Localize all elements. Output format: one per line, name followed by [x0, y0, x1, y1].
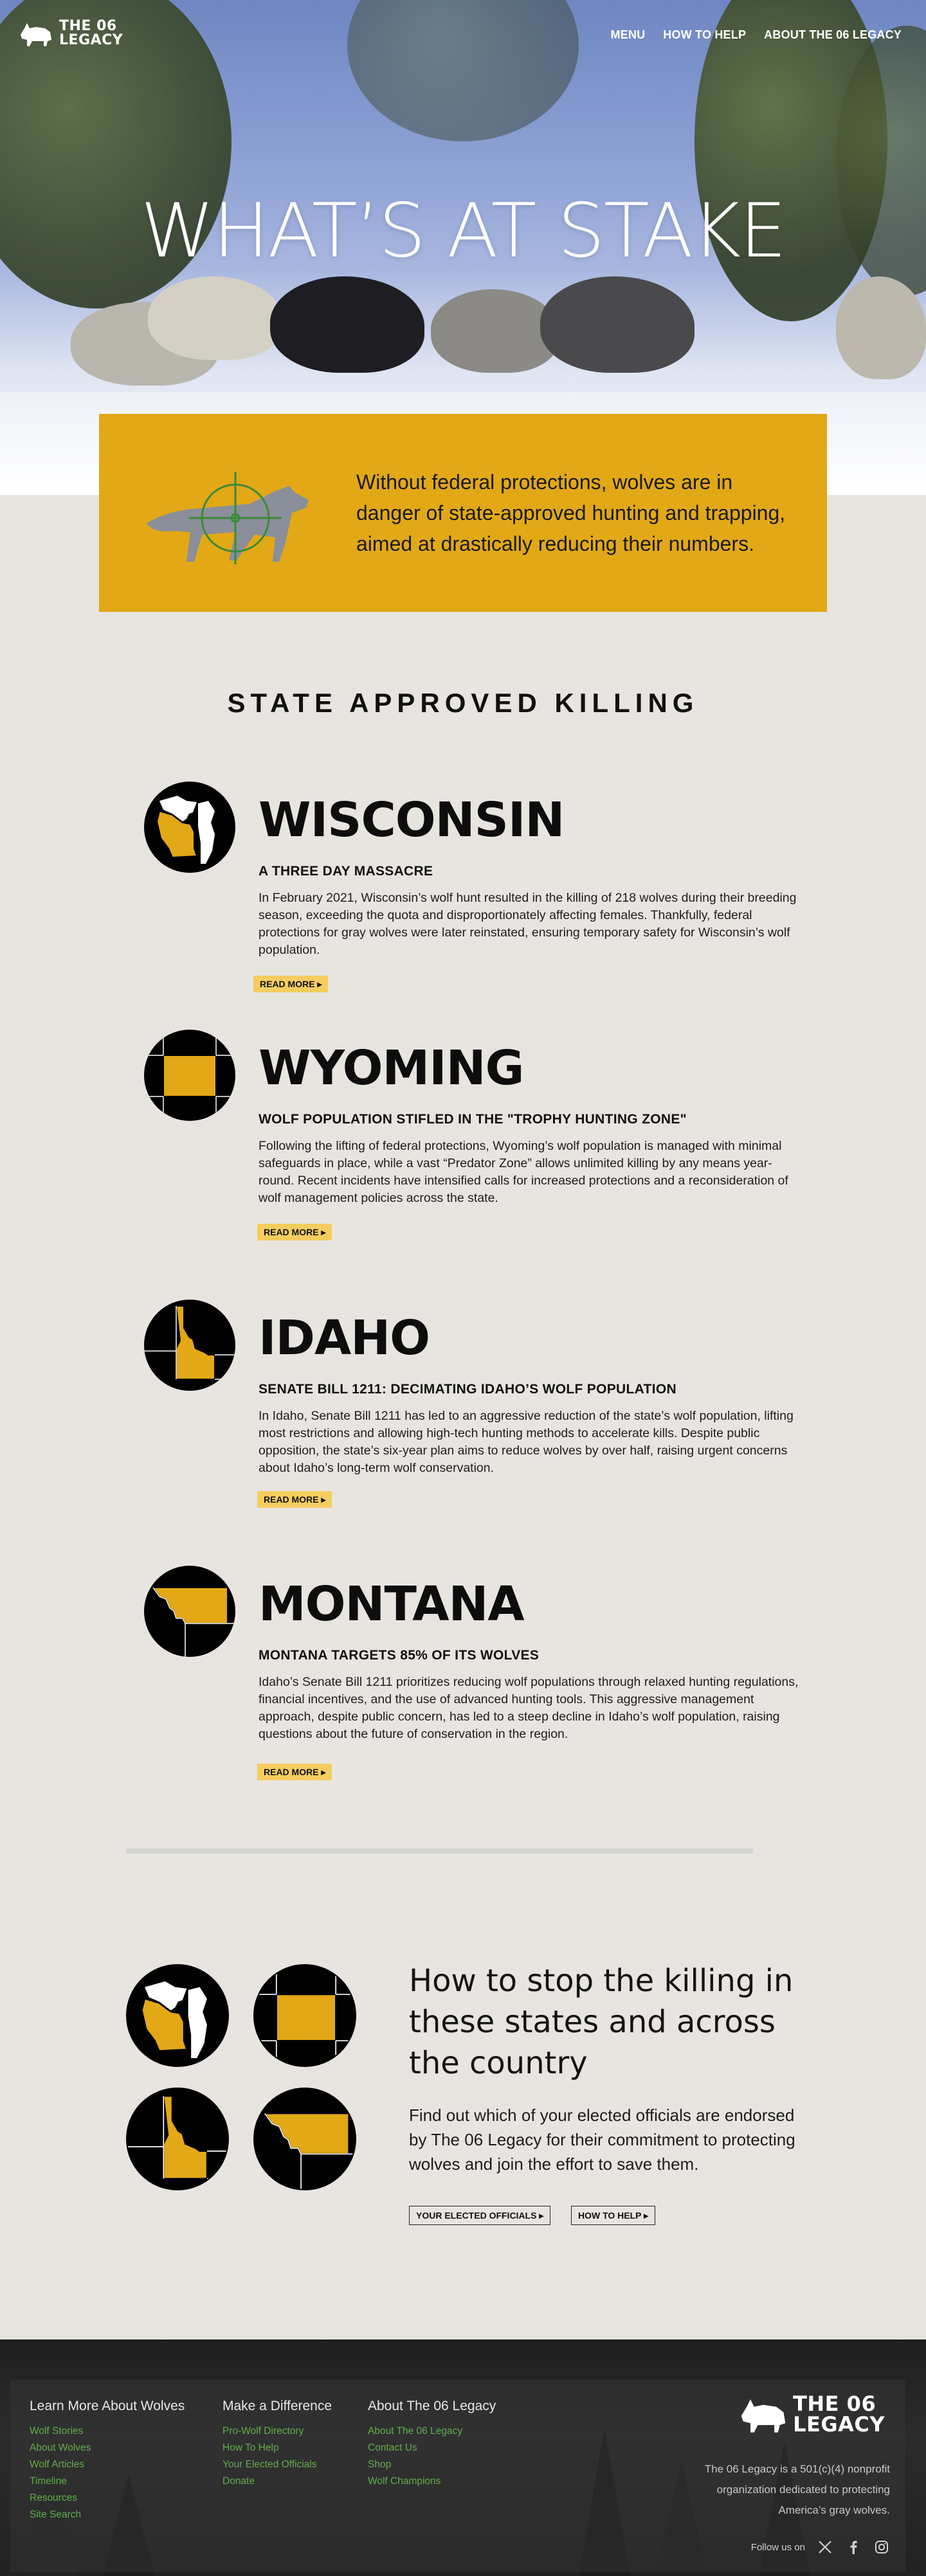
footer-col-about: About The 06 Legacy About The 06 Legacy …: [368, 2399, 496, 2490]
footer-link[interactable]: Shop: [368, 2456, 496, 2473]
state-body: In Idaho, Senate Bill 1211 has led to an…: [259, 1409, 794, 1475]
site-logo[interactable]: THE 06 LEGACY: [18, 19, 123, 48]
wisconsin-map-icon: [126, 1964, 229, 2067]
state-card-wyoming: WYOMING WOLF POPULATION STIFLED IN THE "…: [141, 1030, 797, 1248]
logo-text: THE 06 LEGACY: [793, 2393, 885, 2435]
idaho-map-icon: [144, 1300, 235, 1391]
callout-text: Without federal protections, wolves are …: [356, 470, 786, 555]
footer-link[interactable]: Donate: [222, 2473, 332, 2490]
footer-link[interactable]: About The 06 Legacy: [368, 2423, 496, 2440]
site-footer: Learn More About Wolves Wolf Stories Abo…: [0, 2339, 926, 2576]
follow-label: Follow us on: [750, 2541, 805, 2553]
wolf-figure: [148, 276, 283, 360]
cta-body: Find out which of your elected officials…: [409, 2106, 795, 2174]
footer-col-title: Make a Difference: [222, 2399, 332, 2413]
logo-line-2: LEGACY: [59, 32, 123, 48]
state-name: IDAHO: [259, 1310, 430, 1366]
read-more-button[interactable]: READ MORE ▸: [257, 1491, 332, 1508]
page-title: WHAT’S AT STAKE: [140, 188, 787, 274]
state-subtitle: WOLF POPULATION STIFLED IN THE "TROPHY H…: [259, 1112, 687, 1127]
cta-title: How to stop the killing in these states …: [409, 1963, 794, 2081]
state-body: In February 2021, Wisconsin’s wolf hunt …: [259, 891, 797, 957]
nav-links: MENU HOW TO HELP ABOUT THE 06 LEGACY: [610, 28, 902, 42]
footer-link[interactable]: How To Help: [222, 2440, 332, 2456]
footer-col-learn: Learn More About Wolves Wolf Stories Abo…: [30, 2399, 185, 2523]
social-links: Follow us on: [751, 2539, 890, 2555]
logo-line-2: LEGACY: [793, 2412, 885, 2437]
footer-link[interactable]: Timeline: [30, 2473, 185, 2490]
read-more-button[interactable]: READ MORE ▸: [253, 976, 329, 992]
footer-link[interactable]: Wolf Articles: [30, 2456, 185, 2473]
state-card-wisconsin: WISCONSIN A THREE DAY MASSACRE In Februa…: [141, 782, 797, 1000]
footer-link[interactable]: Resources: [30, 2490, 185, 2507]
wolf-figure: [270, 276, 424, 373]
wolf-figure: [836, 276, 926, 379]
footer-col-title: Learn More About Wolves: [30, 2399, 185, 2413]
logo-text: THE 06 LEGACY: [59, 19, 123, 48]
section-divider: [126, 1848, 753, 1854]
nav-how-to-help[interactable]: HOW TO HELP: [663, 28, 746, 42]
read-more-button[interactable]: READ MORE ▸: [257, 1224, 332, 1240]
x-icon[interactable]: [817, 2539, 833, 2555]
state-card-idaho: IDAHO SENATE BILL 1211: DECIMATING IDAHO…: [141, 1300, 797, 1518]
footer-col-difference: Make a Difference Pro-Wolf Directory How…: [222, 2399, 332, 2490]
footer-link[interactable]: Site Search: [30, 2507, 185, 2523]
instagram-icon[interactable]: [873, 2539, 890, 2555]
wyoming-map-icon: [144, 1030, 235, 1121]
how-to-help-button[interactable]: HOW TO HELP ▸: [571, 2206, 656, 2225]
footer-link[interactable]: About Wolves: [30, 2440, 185, 2456]
footer-link[interactable]: Wolf Stories: [30, 2423, 185, 2440]
top-nav: THE 06 LEGACY MENU HOW TO HELP ABOUT THE…: [0, 0, 926, 71]
montana-map-icon: [144, 1566, 235, 1657]
state-name: WYOMING: [259, 1041, 524, 1096]
state-body: Idaho’s Senate Bill 1211 prioritizes red…: [259, 1675, 799, 1741]
read-more-button[interactable]: READ MORE ▸: [257, 1764, 332, 1780]
montana-map-icon: [253, 2088, 356, 2190]
wolf-figure: [540, 276, 694, 373]
footer-description: The 06 Legacy is a 501(c)(4) nonprofit o…: [704, 2463, 890, 2516]
nav-about[interactable]: ABOUT THE 06 LEGACY: [764, 28, 902, 42]
crosshair-icon: [147, 472, 309, 564]
intro-callout: Without federal protections, wolves are …: [99, 414, 827, 612]
section-title: STATE APPROVED KILLING: [227, 688, 699, 718]
idaho-map-icon: [126, 2088, 229, 2190]
wolf-crosshair-graphic: [140, 452, 327, 578]
nav-menu[interactable]: MENU: [610, 28, 645, 42]
logo-line-1: THE 06: [59, 18, 117, 34]
footer-link[interactable]: Wolf Champions: [368, 2473, 496, 2490]
wyoming-map-icon: [253, 1964, 356, 2067]
wolf-logo-icon: [21, 23, 51, 46]
state-subtitle: MONTANA TARGETS 85% OF ITS WOLVES: [259, 1648, 540, 1663]
elected-officials-button[interactable]: YOUR ELECTED OFFICIALS ▸: [409, 2206, 551, 2225]
state-name: WISCONSIN: [259, 792, 565, 848]
footer-link[interactable]: Contact Us: [368, 2440, 496, 2456]
footer-logo[interactable]: THE 06 LEGACY: [738, 2393, 885, 2435]
footer-col-title: About The 06 Legacy: [368, 2399, 496, 2413]
footer-link[interactable]: Pro-Wolf Directory: [222, 2423, 332, 2440]
state-name: MONTANA: [259, 1577, 525, 1632]
wolf-logo-icon: [741, 2399, 786, 2433]
state-body: Following the lifting of federal protect…: [259, 1139, 788, 1205]
facebook-icon[interactable]: [845, 2539, 862, 2555]
footer-link[interactable]: Your Elected Officials: [222, 2456, 332, 2473]
state-subtitle: SENATE BILL 1211: DECIMATING IDAHO’S WOL…: [259, 1382, 676, 1397]
logo-line-1: THE 06: [793, 2392, 876, 2416]
wisconsin-map-icon: [144, 782, 235, 873]
state-subtitle: A THREE DAY MASSACRE: [259, 864, 433, 879]
state-card-montana: MONTANA MONTANA TARGETS 85% OF ITS WOLVE…: [141, 1566, 799, 1784]
